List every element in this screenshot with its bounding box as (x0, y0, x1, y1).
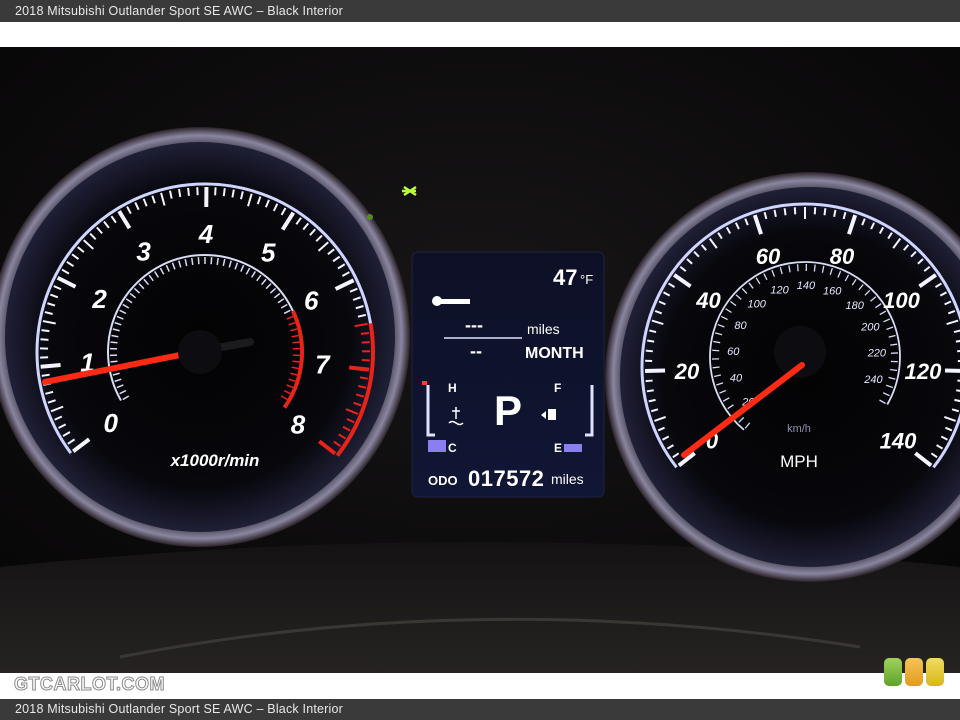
kmh-label: 220 (867, 348, 887, 360)
tach-label: 5 (261, 237, 276, 267)
tach-tick (178, 188, 182, 198)
mph-tick (647, 339, 655, 343)
mph-label: 20 (674, 359, 700, 384)
tach-label: 0 (104, 408, 119, 438)
mph-label: 40 (695, 288, 721, 313)
watermark-logo: GTCARLOT.COM (14, 674, 165, 695)
temp-cold-label: C (448, 441, 457, 455)
kmh-label: 60 (727, 346, 740, 358)
tach-tick (40, 362, 61, 369)
tachometer: 012345678 x1000r/min (0, 127, 410, 547)
outside-temperature: 47 (553, 265, 577, 290)
tach-tick (222, 188, 226, 197)
kmh-label: 240 (863, 374, 883, 386)
odometer-unit: miles (551, 471, 584, 487)
temp-level-bar (428, 440, 446, 452)
white-strip-top (0, 22, 960, 47)
kmh-label: 200 (860, 322, 880, 334)
tach-tick (187, 187, 190, 196)
service-distance: --- (465, 315, 483, 335)
service-interval: -- (470, 341, 482, 361)
mph-label: 140 (880, 429, 917, 454)
tach-tick (40, 338, 49, 341)
tach-tick (348, 365, 370, 372)
service-distance-unit: miles (527, 321, 560, 337)
tach-label: 8 (291, 410, 306, 440)
caption-bottom: 2018 Mitsubishi Outlander Sport SE AWC –… (0, 699, 960, 720)
caption-top: 2018 Mitsubishi Outlander Sport SE AWC –… (0, 0, 960, 22)
kmh-label: 180 (846, 300, 865, 312)
tach-tick (359, 376, 368, 380)
mph-tick (783, 208, 787, 216)
mph-tick (773, 209, 777, 217)
tach-tick (214, 187, 217, 196)
tachometer-unit: x1000r/min (170, 451, 260, 470)
mph-tick (956, 389, 960, 392)
badge-yellow (926, 658, 944, 686)
instrument-cluster-photo: 012345678 x1000r/min 47 °F --- miles -- … (0, 47, 960, 673)
kmh-label: 140 (797, 280, 816, 292)
kmh-label: 80 (734, 320, 747, 332)
mph-tick (833, 209, 837, 217)
mph-tick (823, 208, 827, 216)
tach-tick (41, 329, 50, 333)
service-interval-unit: MONTH (525, 345, 584, 362)
odometer-label: ODO (428, 473, 458, 488)
odometer-value: 017572 (468, 466, 544, 491)
tach-label: 7 (315, 350, 331, 380)
mph-label: 80 (830, 244, 855, 269)
mph-tick (646, 389, 654, 393)
tach-label: 3 (136, 236, 151, 266)
kmh-label: 40 (730, 373, 743, 385)
temp-hot-label: H (448, 381, 457, 395)
mph-tick (955, 339, 960, 343)
fuel-level-bar (564, 444, 582, 452)
mph-label: 60 (756, 244, 781, 269)
kmh-label: 160 (823, 285, 842, 297)
kmh-unit: km/h (787, 423, 811, 435)
temperature-unit: °F (580, 272, 593, 287)
mph-tick (645, 349, 653, 353)
site-badges (884, 658, 946, 688)
tach-label: 4 (198, 219, 214, 249)
mph-unit: MPH (780, 452, 818, 471)
tach-tick (360, 331, 370, 335)
tach-label: 6 (304, 286, 319, 316)
badge-green (884, 658, 902, 686)
gear-indicator: P (494, 387, 522, 434)
fuel-empty-label: E (554, 441, 562, 455)
multi-info-display: 47 °F --- miles -- MONTH H C F E P ODO 0… (411, 251, 605, 498)
badge-orange (905, 658, 923, 686)
tach-tick (231, 189, 235, 198)
kmh-label: 100 (747, 299, 766, 311)
mph-tick (645, 379, 653, 383)
tach-label: 2 (91, 284, 107, 314)
mph-label: 100 (883, 288, 920, 313)
kmh-label: 120 (770, 285, 789, 297)
mph-label: 120 (905, 359, 942, 384)
fuel-full-label: F (554, 381, 561, 395)
tach-tick (41, 373, 50, 377)
